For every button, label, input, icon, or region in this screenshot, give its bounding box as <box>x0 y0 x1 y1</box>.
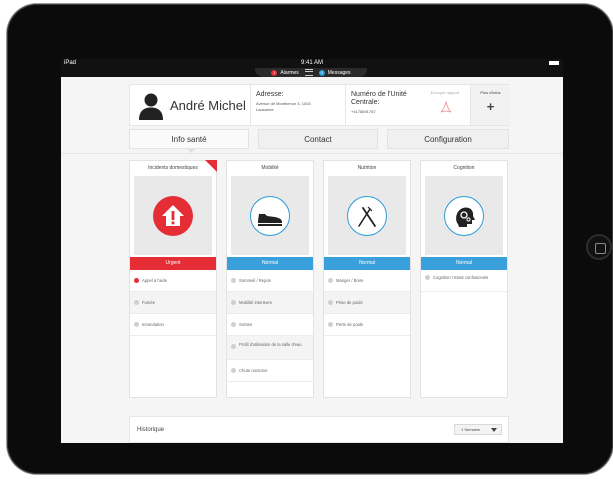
list-item[interactable]: Sorties <box>227 314 313 336</box>
status-badge: Normal <box>324 257 410 270</box>
tab-bar: Info santé Contact Configuration <box>129 129 509 153</box>
head-gears-icon <box>444 196 484 236</box>
history-label: Historique <box>137 427 165 433</box>
avatar-icon <box>139 93 163 120</box>
status-dot-icon <box>231 344 236 349</box>
more-info-button[interactable]: Plus d'infos + <box>470 85 510 125</box>
list-item[interactable]: Mobilité interieure <box>227 292 313 314</box>
list-item[interactable]: Perte de poids <box>324 314 410 336</box>
list-item[interactable]: Profil d'utilisation de la salle d'eau <box>227 336 313 360</box>
list-item[interactable]: Prise de poids <box>324 292 410 314</box>
card-incidents-domestiques[interactable]: Incidents domestiques Urgent Appel à l'a… <box>129 160 217 398</box>
notification-pill[interactable]: 1 Alarmes 0 Messages <box>255 68 367 77</box>
status-dot-icon <box>231 278 236 283</box>
address-value: Avenue de Montbenon 3, 1003 Lausanne <box>256 101 311 112</box>
pdf-icon[interactable] <box>440 101 452 115</box>
card-title: Cognition <box>453 165 475 171</box>
list-item[interactable]: Sommeil / Repos <box>227 270 313 292</box>
card-image <box>328 176 406 255</box>
history-panel: Historique 1 Semaine <box>129 416 509 443</box>
clock: 9:41 AM <box>300 60 323 66</box>
card-image <box>134 176 212 255</box>
card-nutrition[interactable]: Nutrition Normal Manger / Boire Prise de… <box>323 160 411 398</box>
list-item[interactable]: Cognition / Etats confusionels <box>421 270 507 292</box>
status-dot-icon <box>134 278 139 283</box>
app-screen: iPad 9:41 AM 1 Alarmes 0 Messages André … <box>61 59 563 443</box>
shoe-icon <box>250 196 290 236</box>
send-report-label[interactable]: Envoyer rapport <box>426 90 464 95</box>
list-item[interactable]: Innondation <box>130 314 216 336</box>
main-content: André Michel Adresse: Avenue de Montbeno… <box>61 77 563 443</box>
divider <box>250 85 251 125</box>
more-info-label: Plus d'infos <box>480 90 501 95</box>
messages-badge: 0 <box>318 69 325 76</box>
card-image <box>231 176 309 255</box>
central-unit-title: Numéro de l'Unité Centrale: <box>351 91 407 106</box>
address-title: Adresse: <box>256 91 284 98</box>
divider <box>61 153 563 154</box>
card-mobilite[interactable]: Mobilité Normal Sommeil / Repos Mobilité… <box>226 160 314 398</box>
status-dot-icon <box>134 300 139 305</box>
tab-configuration[interactable]: Configuration <box>387 129 509 149</box>
status-dot-icon <box>425 275 430 280</box>
tab-contact[interactable]: Contact <box>258 129 378 149</box>
card-cognition[interactable]: Cognition Normal Cognition / Etats confu… <box>420 160 508 398</box>
status-dot-icon <box>134 322 139 327</box>
status-dot-icon <box>328 300 333 305</box>
tab-info-sante[interactable]: Info santé <box>129 129 249 153</box>
status-dot-icon <box>231 368 236 373</box>
status-badge: Normal <box>227 257 313 270</box>
status-badge: Urgent <box>130 257 216 270</box>
house-alert-icon <box>153 196 193 236</box>
card-title: Nutrition <box>357 165 377 171</box>
battery-icon <box>549 61 559 65</box>
messages-label[interactable]: Messages <box>328 70 351 76</box>
plus-icon: + <box>486 99 495 114</box>
alarms-label[interactable]: Alarmes <box>280 70 298 76</box>
fork-knife-icon <box>347 196 387 236</box>
status-bar: iPad 9:41 AM <box>61 59 563 68</box>
central-unit-number: +4178691767 <box>351 109 376 114</box>
alarms-badge: 1 <box>271 69 278 76</box>
card-title: Mobilité <box>261 165 279 171</box>
status-dot-icon <box>231 322 236 327</box>
list-item[interactable]: Chute nocturne <box>227 360 313 382</box>
period-select[interactable]: 1 Semaine <box>454 424 502 435</box>
alert-corner <box>205 160 217 172</box>
status-dot-icon <box>231 300 236 305</box>
home-button[interactable] <box>586 234 612 260</box>
list-item[interactable]: Appel à l'aide <box>130 270 216 292</box>
status-dot-icon <box>328 278 333 283</box>
divider <box>345 85 346 125</box>
list-item[interactable]: Manger / Boire <box>324 270 410 292</box>
menu-icon[interactable] <box>304 69 313 76</box>
patient-name: André Michel <box>170 98 246 113</box>
patient-header: André Michel Adresse: Avenue de Montbeno… <box>129 84 510 126</box>
card-image <box>425 176 503 255</box>
notification-bar: 1 Alarmes 0 Messages <box>61 68 563 77</box>
status-dot-icon <box>328 322 333 327</box>
card-title: Incidents domestiques <box>148 165 198 171</box>
chevron-down-icon <box>491 428 497 432</box>
list-item[interactable]: Fumée <box>130 292 216 314</box>
status-badge: Normal <box>421 257 507 270</box>
